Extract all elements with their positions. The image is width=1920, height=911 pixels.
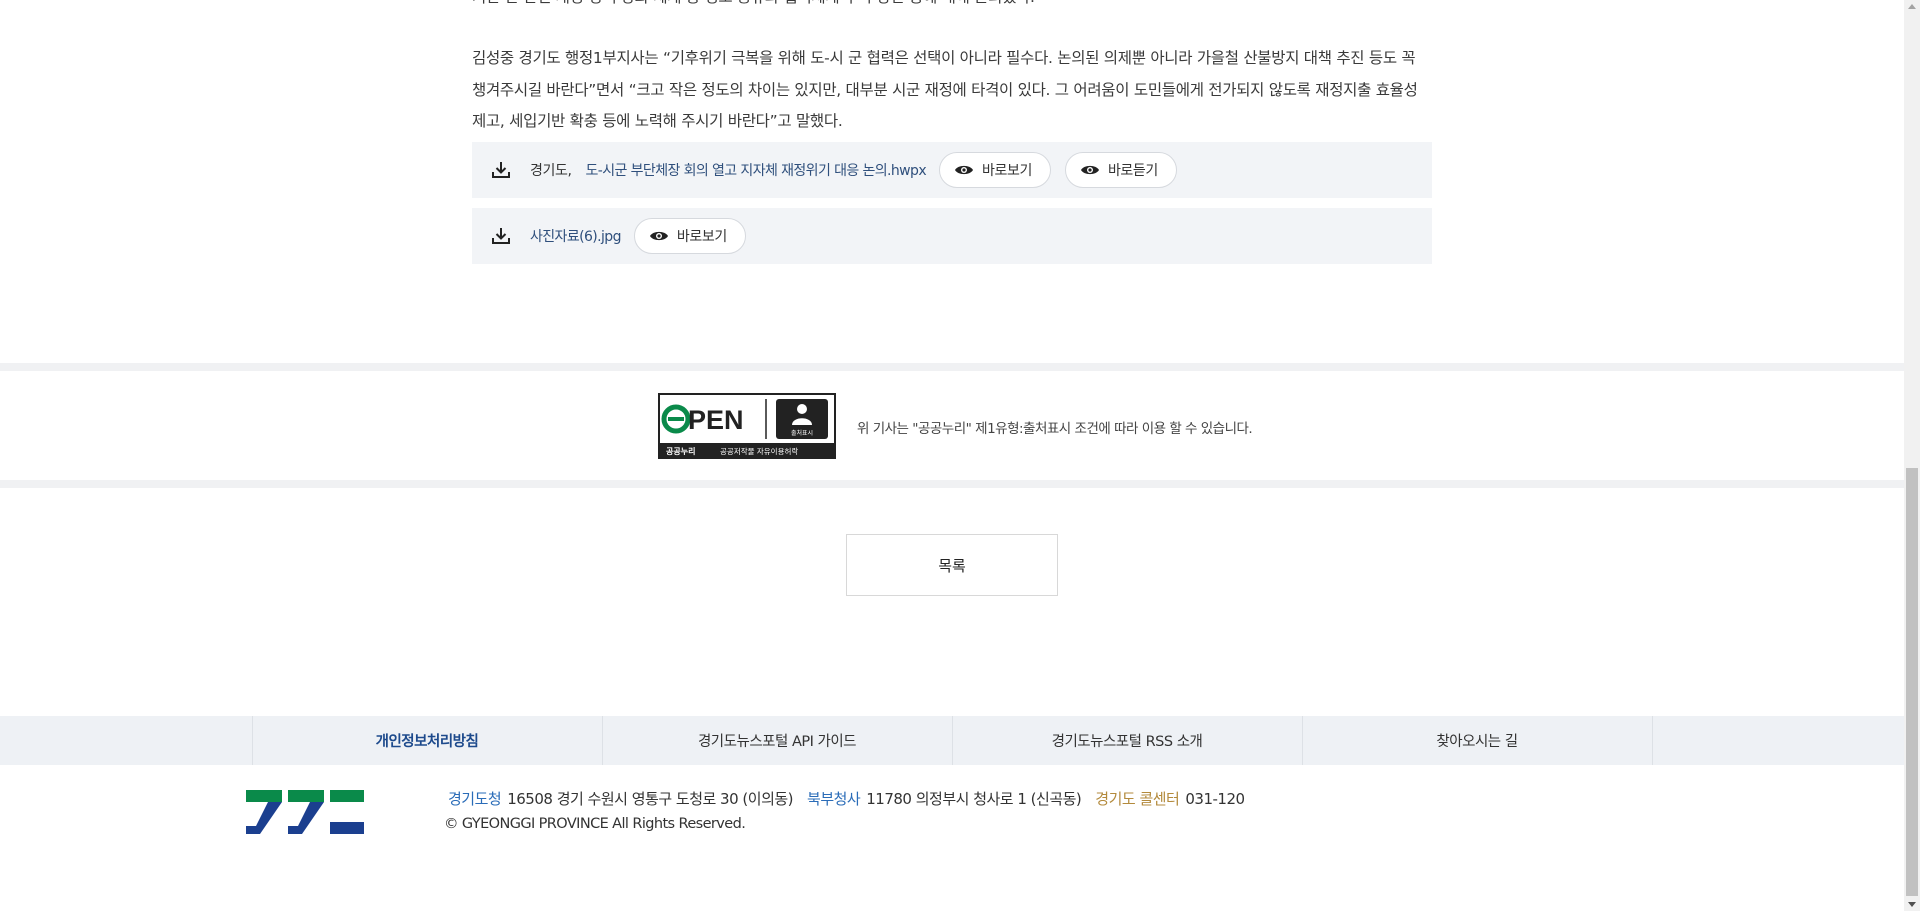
view-button[interactable]: 바로보기 — [633, 218, 746, 254]
license-bar-left: 공공누리 — [666, 446, 695, 456]
attachment-row: 경기도, 도-시군 부단체장 회의 열고 지자체 재정위기 대응 논의.hwpx… — [472, 142, 1432, 198]
scroll-down-icon[interactable] — [1908, 902, 1916, 907]
license-notice: 위 기사는 "공공누리" 제1유형:출처표시 조건에 따라 이용 할 수 있습니… — [857, 421, 1253, 437]
gyeonggi-logo — [246, 790, 364, 834]
office1-address: 16508 경기 수원시 영통구 도청로 30 (이의동) — [507, 790, 794, 808]
footer-link-rss[interactable]: 경기도뉴스포털 RSS 소개 — [953, 716, 1303, 765]
article-paragraph-cut: 기관 간 관련 재정 정책 강화 체계 등 정보 공유와 협력체계 구축 방안 … — [472, 0, 1432, 14]
view-button[interactable]: 바로보기 — [939, 152, 1051, 188]
callcenter-number: 031-120 — [1185, 790, 1245, 808]
eye-icon — [649, 231, 668, 241]
footer-address: 경기도청 16508 경기 수원시 영통구 도청로 30 (이의동) 북부청사 117… — [448, 788, 1245, 809]
copyright: © GYEONGGI PROVINCE All Rights Reserved. — [444, 816, 746, 832]
footer-link-privacy[interactable]: 개인정보처리방침 — [253, 716, 603, 765]
section-divider — [0, 480, 1904, 488]
office2-label: 북부청사 — [807, 790, 861, 808]
footer-nav: 개인정보처리방침 경기도뉴스포털 API 가이드 경기도뉴스포털 RSS 소개 … — [0, 716, 1904, 765]
kogl-license-logo: PEN 출처표시 공공누리 공공저작물 자유이용허락 — [658, 393, 836, 459]
download-icon[interactable] — [490, 159, 512, 181]
view-button-label: 바로보기 — [982, 163, 1032, 179]
view-button-label: 바로보기 — [676, 229, 727, 245]
eye-icon — [955, 165, 974, 175]
footer-link-directions[interactable]: 찾아오시는 길 — [1303, 716, 1653, 765]
callcenter-label: 경기도 콜센터 — [1095, 790, 1180, 808]
section-divider — [0, 363, 1904, 371]
scroll-up-icon[interactable] — [1908, 4, 1916, 9]
attachment-prefix: 경기도, — [530, 163, 572, 179]
svg-text:PEN: PEN — [688, 405, 744, 435]
attachment-file-link[interactable]: 사진자료(6).jpg — [530, 226, 621, 246]
download-icon[interactable] — [490, 225, 512, 247]
article-paragraph: 김성중 경기도 행정1부지사는 “기후위기 극복을 위해 도-시 군 협력은 선… — [472, 49, 1418, 130]
listen-button[interactable]: 바로듣기 — [1064, 152, 1177, 188]
license-badge-text: 출처표시 — [791, 429, 813, 437]
office2-address: 11780 의정부시 청사로 1 (신곡동) — [866, 790, 1082, 808]
office1-label: 경기도청 — [448, 790, 502, 808]
list-button[interactable]: 목록 — [846, 534, 1058, 596]
attachment-row: 사진자료(6).jpg 바로보기 — [472, 208, 1432, 264]
attachment-file-link[interactable]: 도-시군 부단체장 회의 열고 지자체 재정위기 대응 논의.hwpx — [586, 160, 927, 180]
scroll-thumb[interactable] — [1906, 468, 1918, 896]
listen-button-label: 바로듣기 — [1107, 163, 1158, 179]
footer-link-api-guide[interactable]: 경기도뉴스포털 API 가이드 — [603, 716, 953, 765]
license-bar-right: 공공저작물 자유이용허락 — [720, 446, 798, 456]
vertical-scrollbar[interactable] — [1904, 0, 1920, 911]
eye-icon — [1080, 165, 1099, 175]
